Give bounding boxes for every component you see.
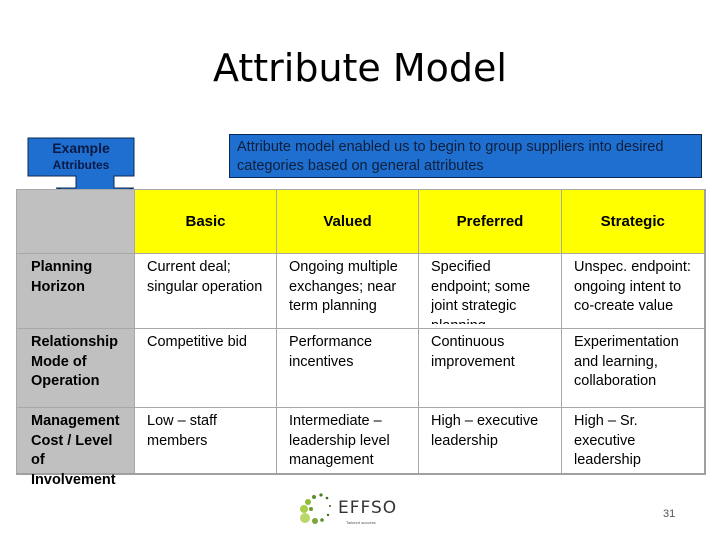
table-cell: Ongoing multiple exchanges; near term pl… [276, 253, 419, 329]
table-cell: Low – staff members [134, 407, 277, 475]
logo-wordmark: EFFSO [338, 498, 398, 518]
table-cell: Unspec. endpoint: ongoing intent to co-c… [561, 253, 705, 329]
row-label: Management Cost / Level of Involvement [16, 407, 135, 488]
description-note: Attribute model enabled us to begin to g… [229, 134, 702, 178]
callout-line2: Attributes [52, 158, 110, 172]
table-header-row: Basic Valued Preferred Strategic [16, 189, 705, 254]
table-row: Relationship Mode of Operation Competiti… [16, 328, 705, 408]
table-cell: Current deal; singular operation [134, 253, 277, 329]
logo-circle-dots-icon [300, 493, 331, 524]
header-valued: Valued [276, 189, 419, 254]
table-cell: High – Sr. executive leadership [561, 407, 705, 475]
attribute-model-table: Basic Valued Preferred Strategic Plannin… [16, 189, 706, 488]
header-corner [16, 189, 135, 254]
logo-tagline: Tailored success [346, 520, 376, 525]
table-row: Management Cost / Level of Involvement L… [16, 407, 705, 488]
table-cell: Performance incentives [276, 328, 419, 408]
table-cell: High – executive leadership [418, 407, 562, 475]
table-cell: Competitive bid [134, 328, 277, 408]
header-preferred: Preferred [418, 189, 562, 254]
slide-title: Attribute Model [213, 46, 507, 90]
row-label: Planning Horizon [16, 253, 135, 329]
table-cell: Intermediate – leadership level manageme… [276, 407, 419, 475]
effso-logo: EFFSO Tailored success [296, 490, 408, 532]
row-label: Relationship Mode of Operation [16, 328, 135, 408]
table-row: Planning Horizon Current deal; singular … [16, 253, 705, 329]
header-strategic: Strategic [561, 189, 705, 254]
example-attributes-callout: Example Attributes [0, 0, 720, 210]
down-arrow-icon [27, 137, 135, 200]
table-cell: Specified endpoint; some joint strategic… [418, 253, 562, 329]
table-cell: Experimentation and learning, collaborat… [561, 328, 705, 408]
header-basic: Basic [134, 189, 277, 254]
callout-line1: Example [52, 140, 110, 156]
page-number: 31 [663, 508, 676, 520]
table-cell: Continuous improvement [418, 328, 562, 408]
